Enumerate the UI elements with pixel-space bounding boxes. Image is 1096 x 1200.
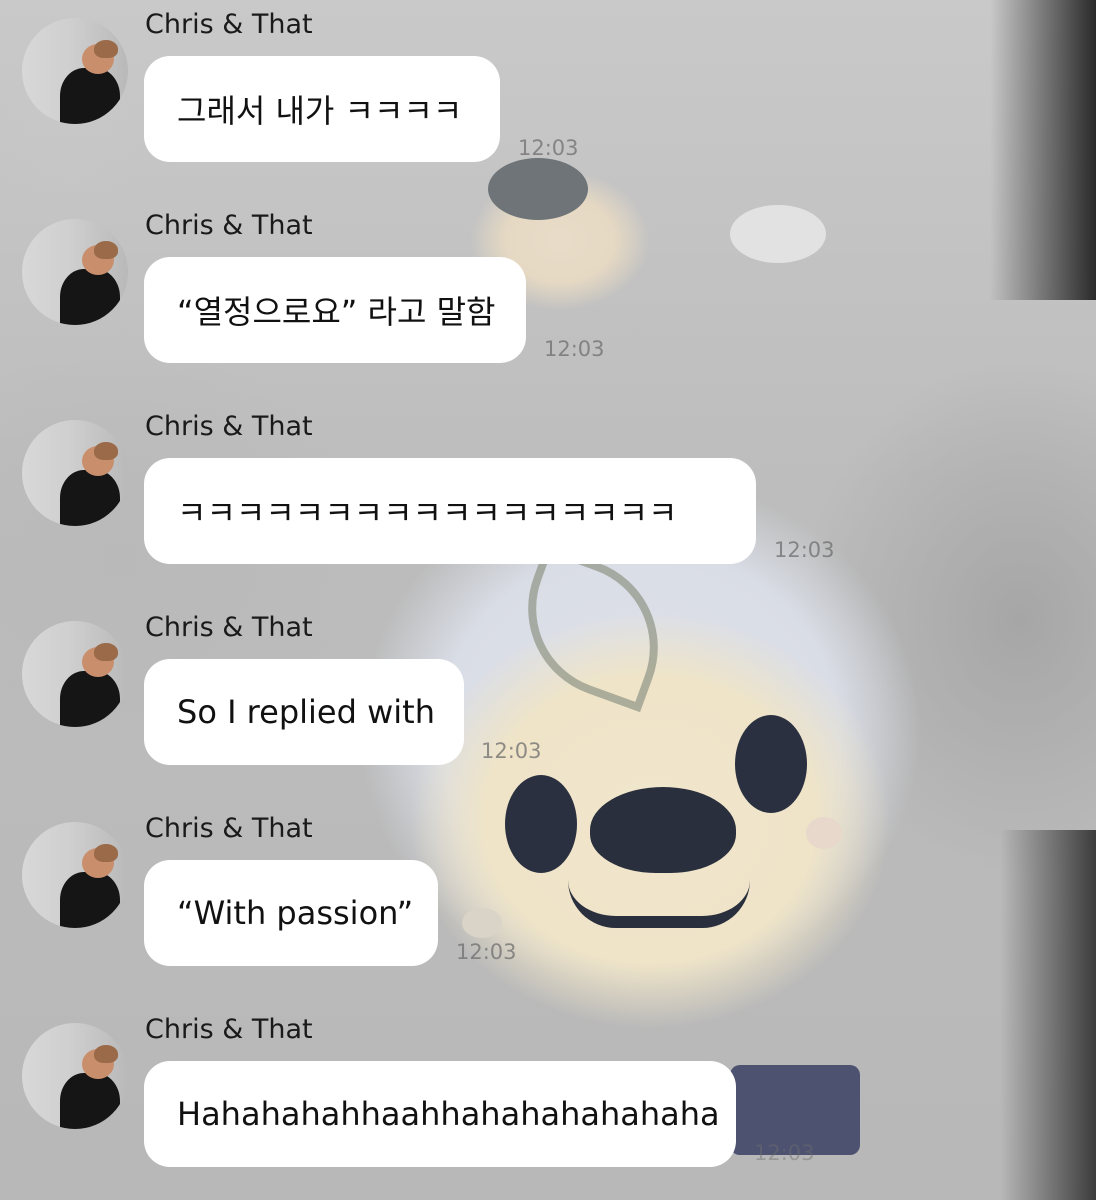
chat-screen: Chris & That 그래서 내가 ㅋㅋㅋㅋ 12:03 Chris & T… (0, 0, 1096, 1200)
message-timestamp: 12:03 (754, 1141, 815, 1165)
chat-message: Chris & That ㅋㅋㅋㅋㅋㅋㅋㅋㅋㅋㅋㅋㅋㅋㅋㅋㅋ 12:03 (0, 402, 1096, 602)
sender-name: Chris & That (145, 210, 313, 241)
sender-name: Chris & That (145, 813, 313, 844)
avatar[interactable] (22, 18, 128, 124)
chat-message: Chris & That 그래서 내가 ㅋㅋㅋㅋ 12:03 (0, 0, 1096, 200)
chat-message: Chris & That So I replied with 12:03 (0, 603, 1096, 803)
message-bubble[interactable]: “With passion” (144, 860, 438, 966)
message-timestamp: 12:03 (518, 136, 579, 160)
chat-message: Chris & That Hahahahahhaahhahahahahahaha… (0, 1005, 1096, 1200)
sender-name: Chris & That (145, 9, 313, 40)
message-bubble[interactable]: ㅋㅋㅋㅋㅋㅋㅋㅋㅋㅋㅋㅋㅋㅋㅋㅋㅋ (144, 458, 756, 564)
avatar[interactable] (22, 1023, 128, 1129)
message-timestamp: 12:03 (456, 940, 517, 964)
message-bubble[interactable]: So I replied with (144, 659, 464, 765)
avatar[interactable] (22, 219, 128, 325)
avatar[interactable] (22, 621, 128, 727)
chat-message: Chris & That “With passion” 12:03 (0, 804, 1096, 1004)
sender-name: Chris & That (145, 1014, 313, 1045)
message-bubble[interactable]: 그래서 내가 ㅋㅋㅋㅋ (144, 56, 500, 162)
chat-message: Chris & That “열정으로요” 라고 말함 12:03 (0, 201, 1096, 401)
sender-name: Chris & That (145, 612, 313, 643)
sender-name: Chris & That (145, 411, 313, 442)
message-timestamp: 12:03 (544, 337, 605, 361)
message-bubble[interactable]: “열정으로요” 라고 말함 (144, 257, 526, 363)
avatar[interactable] (22, 420, 128, 526)
message-timestamp: 12:03 (774, 538, 835, 562)
message-bubble[interactable]: Hahahahahhaahhahahahahahaha (144, 1061, 736, 1167)
avatar[interactable] (22, 822, 128, 928)
message-timestamp: 12:03 (481, 739, 542, 763)
